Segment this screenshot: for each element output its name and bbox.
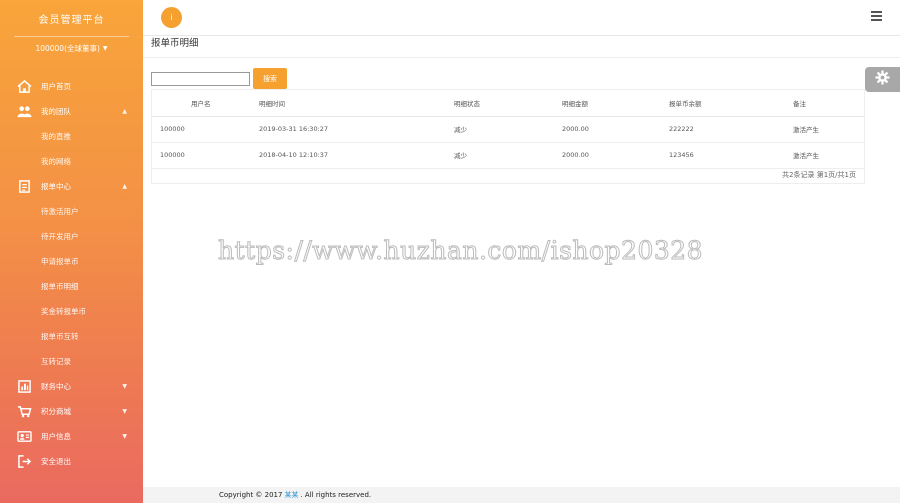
sidebar-item-home[interactable]: 用户首页 [0, 74, 143, 99]
sidebar-item-label: 财务中心 [41, 382, 71, 391]
sidebar-menu: 用户首页 我的团队 ▲ 我的直推 我的网络 报单中心 ▲ 待激活用户 待开发用户… [0, 74, 143, 474]
column-header: 明细金额 [562, 90, 669, 117]
cell-status: 减少 [454, 142, 562, 169]
sidebar-item-user-info[interactable]: 用户信息 ▼ [0, 424, 143, 449]
sidebar-item-label: 安全退出 [41, 457, 71, 466]
sidebar-subitem[interactable]: 互转记录 [0, 349, 143, 374]
sidebar-item-finance[interactable]: 财务中心 ▼ [0, 374, 143, 399]
account-menu[interactable]: 100000(全球董事) ▼ [0, 37, 143, 59]
table-row: 100000 2018-04-10 12:10:37 减少 2000.00 12… [152, 142, 864, 169]
sidebar-subitem[interactable]: 申请报单币 [0, 249, 143, 274]
sidebar-item-label: 用户信息 [41, 432, 71, 441]
sidebar-subitem[interactable]: 报单币明细 [0, 274, 143, 299]
cell-username: 100000 [152, 142, 259, 169]
watermark: https://www.huzhan.com/ishop20328 [217, 236, 704, 266]
pagination-info: 共2条记录 第1页/共1页 [782, 171, 856, 179]
sidebar: 会员管理平台 100000(全球董事) ▼ 用户首页 我的团队 ▲ 我的直推 我… [0, 0, 143, 503]
column-header: 明细状态 [454, 90, 562, 117]
brand-title: 会员管理平台 [38, 14, 105, 26]
chevron-up-icon: ▲ [122, 183, 127, 190]
cell-time: 2019-03-31 16:30:27 [259, 116, 454, 143]
sidebar-subitem[interactable]: 报单币互转 [0, 324, 143, 349]
cell-balance: 222222 [669, 116, 793, 143]
cell-balance: 123456 [669, 142, 793, 169]
sidebar-subitem[interactable]: 待激活用户 [0, 199, 143, 224]
mall-icon [16, 405, 32, 419]
sidebar-subitem[interactable]: 我的直推 [0, 124, 143, 149]
exit-icon [16, 455, 32, 469]
chevron-down-icon: ▼ [122, 433, 127, 440]
sidebar-subitem[interactable]: 奖金转报单币 [0, 299, 143, 324]
footer-copyright: Copyright © 2017 [219, 491, 283, 499]
chevron-down-icon: ▼ [122, 383, 127, 390]
sidebar-item-mall[interactable]: 积分商城 ▼ [0, 399, 143, 424]
sidebar-item-label: 用户首页 [41, 82, 71, 91]
gear-icon [875, 70, 890, 89]
sidebar-subitem[interactable]: 我的网络 [0, 149, 143, 174]
sidebar-subitem[interactable]: 待开发用户 [0, 224, 143, 249]
settings-button[interactable] [865, 67, 900, 92]
title-divider [143, 57, 900, 58]
column-header: 备注 [793, 90, 864, 117]
user-icon [16, 430, 32, 444]
cell-remark: 激活产生 [793, 142, 864, 169]
detail-table: 用户名 明细时间 明细状态 明细金额 报单币余额 备注 100000 2019-… [152, 90, 864, 169]
sidebar-item-label: 报单中心 [41, 182, 71, 191]
account-label: 100000(全球董事) [35, 43, 100, 53]
column-header: 用户名 [152, 90, 259, 117]
chevron-up-icon: ▲ [122, 108, 127, 115]
sidebar-item-team[interactable]: 我的团队 ▲ [0, 99, 143, 124]
menu-toggle-icon[interactable] [871, 11, 882, 21]
page-title: 报单币明细 [151, 38, 199, 49]
table-row: 100000 2019-03-31 16:30:27 减少 2000.00 22… [152, 116, 864, 143]
search-input[interactable] [151, 72, 250, 86]
column-header: 明细时间 [259, 90, 454, 117]
detail-panel: 用户名 明细时间 明细状态 明细金额 报单币余额 备注 100000 2019-… [151, 89, 865, 184]
search-button[interactable]: 搜索 [253, 68, 287, 89]
caret-down-icon: ▼ [102, 44, 108, 52]
footer-rights: . All rights reserved. [300, 491, 372, 499]
sidebar-item-order-center[interactable]: 报单中心 ▲ [0, 174, 143, 199]
cell-amount: 2000.00 [562, 116, 669, 143]
cell-username: 100000 [152, 116, 259, 143]
cell-status: 减少 [454, 116, 562, 143]
footer: Copyright © 2017 某某 . All rights reserve… [143, 487, 900, 503]
cell-amount: 2000.00 [562, 142, 669, 169]
sidebar-item-label: 我的团队 [41, 107, 71, 116]
finance-icon [16, 380, 32, 394]
home-icon [16, 80, 32, 94]
avatar[interactable]: i [161, 7, 182, 28]
table-header-row: 用户名 明细时间 明细状态 明细金额 报单币余额 备注 [152, 90, 864, 117]
footer-brand-link[interactable]: 某某 [284, 490, 298, 500]
cell-remark: 激活产生 [793, 116, 864, 143]
cell-time: 2018-04-10 12:10:37 [259, 142, 454, 169]
top-bar: i [143, 0, 900, 36]
document-icon [16, 180, 32, 194]
chevron-down-icon: ▼ [122, 408, 127, 415]
team-icon [16, 105, 32, 119]
column-header: 报单币余额 [669, 90, 793, 117]
sidebar-item-logout[interactable]: 安全退出 [0, 449, 143, 474]
sidebar-item-label: 积分商城 [41, 407, 71, 416]
